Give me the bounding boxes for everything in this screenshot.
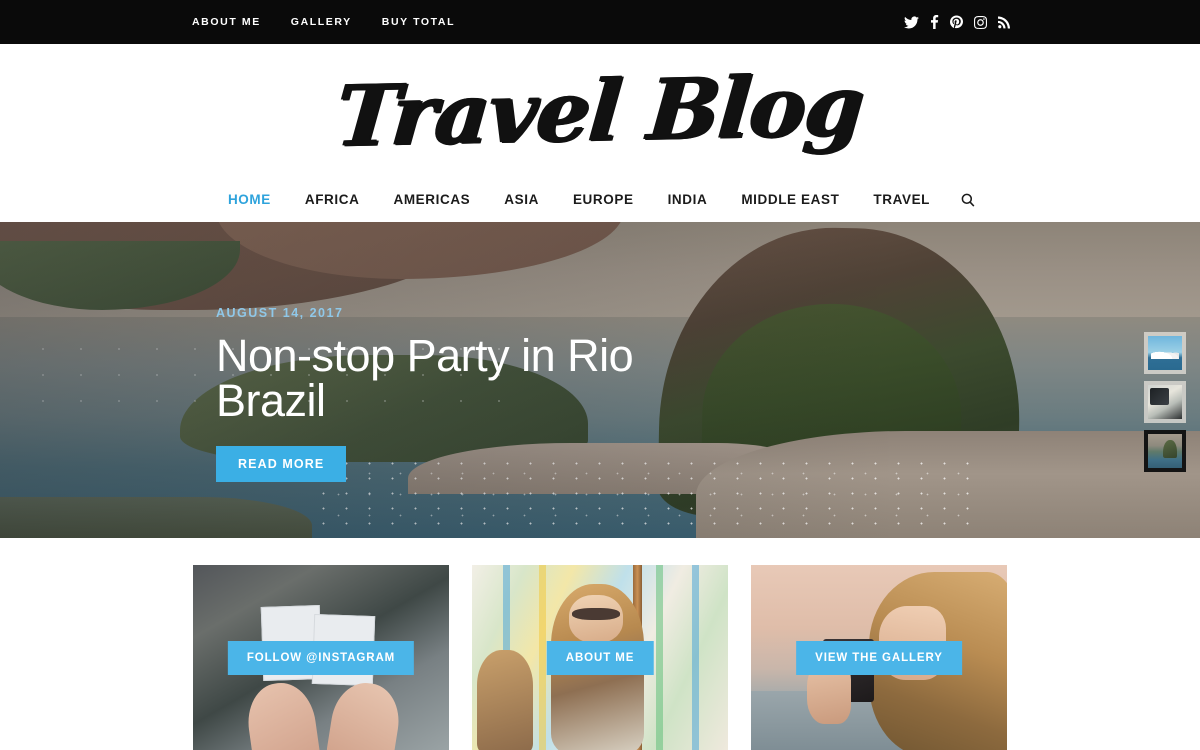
- promo-cards: FOLLOW @INSTAGRAM ABOUT ME VIEW THE GALL…: [0, 538, 1200, 750]
- nav-item-africa[interactable]: AFRICA: [288, 192, 377, 207]
- top-link-buy-total[interactable]: BUY TOTAL: [382, 16, 455, 28]
- site-logo[interactable]: Travel Blog: [333, 55, 868, 165]
- thumbnail-travel-map[interactable]: [1144, 381, 1186, 423]
- nav-item-home[interactable]: HOME: [211, 192, 288, 207]
- card-gallery[interactable]: VIEW THE GALLERY: [751, 565, 1007, 750]
- nav-item-india[interactable]: INDIA: [651, 192, 725, 207]
- nav-item-travel[interactable]: TRAVEL: [856, 192, 947, 207]
- rss-icon[interactable]: [998, 16, 1010, 29]
- hero-title: Non-stop Party in Rio Brazil: [216, 330, 634, 426]
- card-about-me-button[interactable]: ABOUT ME: [546, 640, 654, 675]
- thumbnail-sydney-opera-house[interactable]: [1144, 332, 1186, 374]
- card-about-me[interactable]: ABOUT ME: [472, 565, 728, 750]
- top-bar-menu: ABOUT ME GALLERY BUY TOTAL: [192, 16, 455, 28]
- thumbnail-rio-brazil[interactable]: [1144, 430, 1186, 472]
- top-link-gallery[interactable]: GALLERY: [291, 16, 352, 28]
- top-link-about-me[interactable]: ABOUT ME: [192, 16, 261, 28]
- nav-item-asia[interactable]: ASIA: [487, 192, 556, 207]
- site-header: Travel Blog: [0, 44, 1200, 177]
- nav-item-americas[interactable]: AMERICAS: [376, 192, 487, 207]
- card-gallery-button[interactable]: VIEW THE GALLERY: [796, 640, 962, 675]
- slider-thumbnails: [1144, 332, 1186, 472]
- top-bar: ABOUT ME GALLERY BUY TOTAL: [0, 0, 1200, 44]
- facebook-icon[interactable]: [930, 15, 939, 29]
- hero-date: AUGUST 14, 2017: [216, 306, 344, 320]
- card-instagram-button[interactable]: FOLLOW @INSTAGRAM: [227, 640, 415, 675]
- nav-item-middle-east[interactable]: MIDDLE EAST: [724, 192, 856, 207]
- card-instagram[interactable]: FOLLOW @INSTAGRAM: [193, 565, 449, 750]
- search-icon[interactable]: [947, 193, 989, 207]
- read-more-button[interactable]: READ MORE: [216, 446, 347, 482]
- hero-caption: AUGUST 14, 2017 Non-stop Party in Rio Br…: [216, 306, 856, 482]
- pinterest-icon[interactable]: [950, 15, 963, 29]
- hero-slider: AUGUST 14, 2017 Non-stop Party in Rio Br…: [0, 222, 1200, 538]
- twitter-icon[interactable]: [904, 15, 919, 29]
- main-navigation: HOME AFRICA AMERICAS ASIA EUROPE INDIA M…: [0, 177, 1200, 222]
- social-links: [904, 15, 1010, 29]
- instagram-icon[interactable]: [974, 15, 987, 29]
- nav-item-europe[interactable]: EUROPE: [556, 192, 651, 207]
